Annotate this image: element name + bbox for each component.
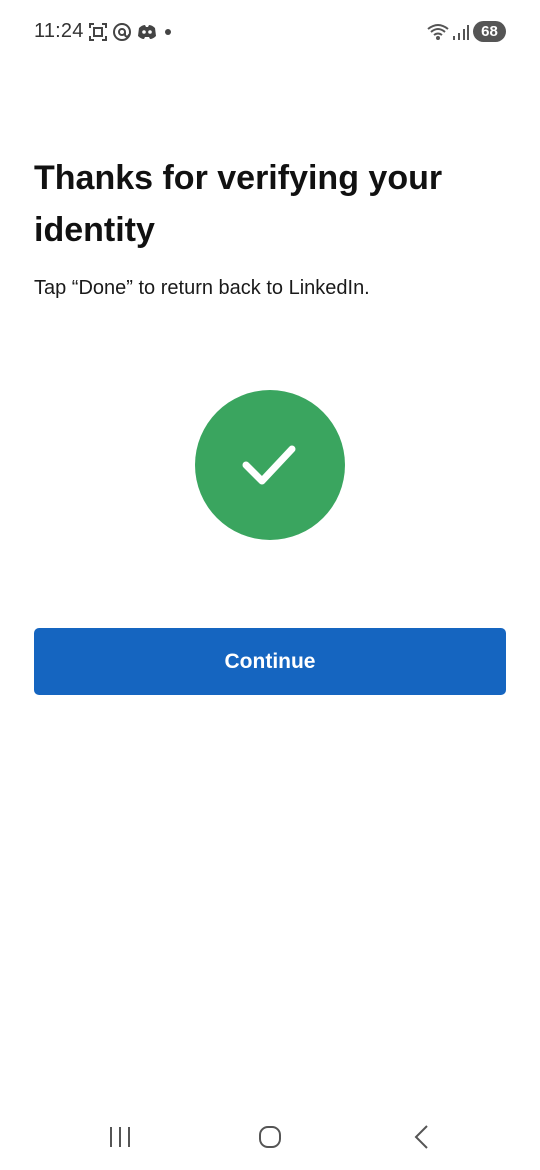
page-title: Thanks for verifying your identity <box>34 159 443 249</box>
discord-icon <box>136 22 156 42</box>
back-icon[interactable] <box>402 1122 442 1152</box>
status-bar: 11:24 68 <box>0 0 540 64</box>
wifi-icon <box>426 22 450 42</box>
continue-button[interactable]: Continue <box>34 628 506 695</box>
checkmark-icon <box>242 445 296 485</box>
success-badge <box>195 390 345 540</box>
screenshot-icon <box>88 22 108 42</box>
navigation-bar <box>0 1100 540 1170</box>
home-icon[interactable] <box>250 1122 290 1152</box>
threads-icon <box>112 22 132 42</box>
status-time: 11:24 <box>34 20 84 42</box>
page-subtitle: Tap “Done” to return back to LinkedIn. <box>34 277 370 299</box>
notification-dot-icon <box>165 29 171 35</box>
signal-icon <box>452 22 470 42</box>
recent-apps-icon[interactable] <box>100 1122 140 1152</box>
battery-icon: 68 <box>473 21 506 42</box>
